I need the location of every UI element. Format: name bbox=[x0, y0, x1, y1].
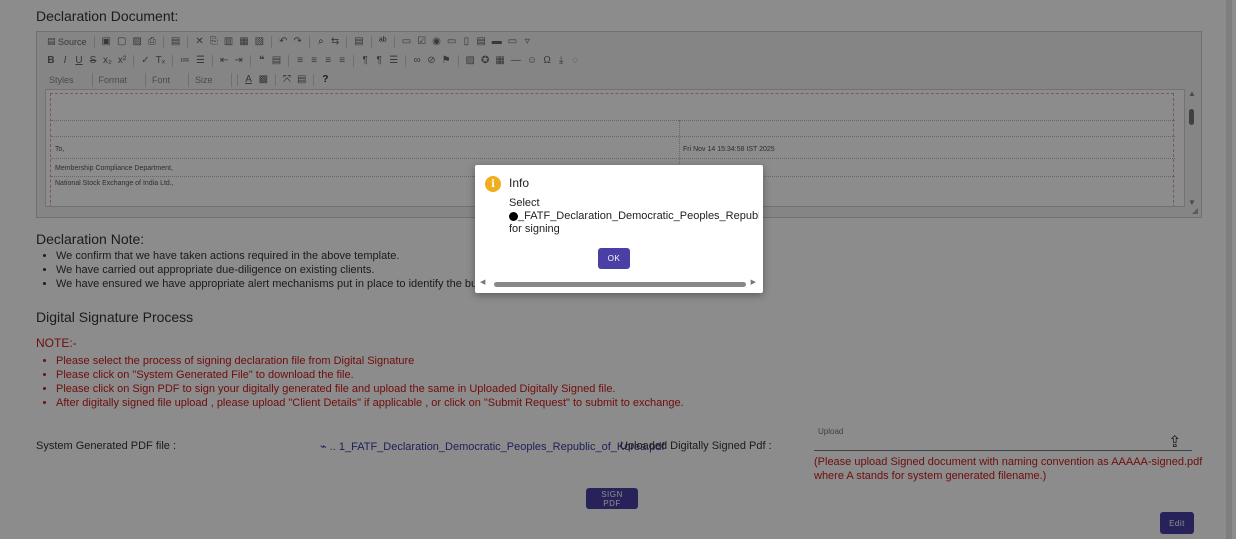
redacted-mark bbox=[509, 211, 518, 221]
scroll-left-icon[interactable]: ◀ bbox=[480, 278, 485, 286]
dialog-filename-line: _FATF_Declaration_Democratic_Peoples_Rep… bbox=[509, 210, 759, 223]
dialog-message: Select _FATF_Declaration_Democratic_Peop… bbox=[509, 197, 759, 236]
info-icon: i bbox=[485, 176, 501, 192]
dialog-filename: _FATF_Declaration_Democratic_Peoples_Rep… bbox=[518, 210, 759, 222]
dialog-line-3: for signing bbox=[509, 223, 560, 235]
dialog-title: Info bbox=[509, 176, 530, 190]
ok-button[interactable]: OK bbox=[598, 248, 630, 269]
hscroll-thumb[interactable] bbox=[494, 282, 746, 287]
dialog-line-1: Select bbox=[509, 197, 540, 209]
dialog-hscrollbar[interactable]: ◀ ▶ bbox=[480, 278, 760, 289]
info-dialog: i Info Select _FATF_Declaration_Democrat… bbox=[475, 165, 763, 293]
scroll-right-icon[interactable]: ▶ bbox=[751, 278, 756, 286]
